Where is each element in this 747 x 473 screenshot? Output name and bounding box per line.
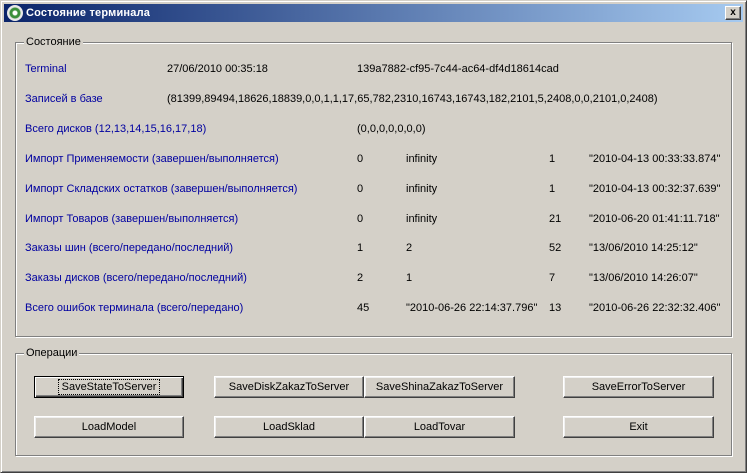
import-goods-running: infinity — [406, 213, 438, 225]
close-button[interactable]: x — [725, 6, 741, 20]
tire-orders-time: "13/06/2010 14:25:12" — [589, 242, 698, 254]
app-icon — [7, 5, 23, 21]
row-label-disk-orders: Заказы дисков (всего/передано/последний) — [25, 272, 247, 284]
load-tovar-button[interactable]: LoadTovar — [364, 416, 515, 438]
tire-orders-total: 1 — [357, 242, 364, 254]
row-label-tire-orders: Заказы шин (всего/передано/последний) — [25, 242, 234, 254]
row-label-db-records: Записей в базе — [25, 93, 103, 105]
save-disk-zakaz-to-server-label: SaveDiskZakazToServer — [228, 381, 350, 393]
total-disks-value: (0,0,0,0,0,0,0) — [357, 123, 426, 135]
terminal-status-window: Состояние терминала x Состояние Terminal… — [0, 0, 747, 473]
import-stock-running: infinity — [406, 183, 438, 195]
disk-orders-sent: 1 — [406, 272, 413, 284]
import-applicability-time: "2010-04-13 00:33:33.874" — [589, 153, 721, 165]
status-group-legend: Состояние — [24, 36, 83, 49]
title-bar[interactable]: Состояние терминала x — [4, 4, 743, 22]
load-sklad-label: LoadSklad — [263, 421, 315, 433]
import-applicability-count: 1 — [549, 153, 556, 165]
import-goods-count: 21 — [549, 213, 562, 225]
row-label-import-stock: Импорт Складских остатков (завершен/выпо… — [25, 183, 298, 195]
operations-group-legend: Операции — [24, 347, 80, 360]
terminal-errors-first-time: "2010-06-26 22:14:37.796" — [406, 302, 538, 314]
save-error-to-server-button[interactable]: SaveErrorToServer — [563, 376, 714, 398]
load-sklad-button[interactable]: LoadSklad — [214, 416, 364, 438]
disk-orders-time: "13/06/2010 14:26:07" — [589, 272, 698, 284]
db-records-value: (81399,89494,18626,18839,0,0,1,1,17,65,7… — [167, 93, 658, 105]
terminal-id: 139a7882-cf95-7c44-ac64-df4d18614cad — [357, 63, 559, 75]
import-applicability-running: infinity — [406, 153, 438, 165]
save-shina-zakaz-to-server-button[interactable]: SaveShinaZakazToServer — [364, 376, 515, 398]
exit-label: Exit — [629, 421, 648, 433]
import-goods-done: 0 — [357, 213, 364, 225]
tire-orders-sent: 2 — [406, 242, 413, 254]
save-shina-zakaz-to-server-label: SaveShinaZakazToServer — [375, 381, 504, 393]
row-label-import-applicability: Импорт Применяемости (завершен/выполняет… — [25, 153, 279, 165]
load-tovar-label: LoadTovar — [413, 421, 466, 433]
close-icon: x — [730, 7, 736, 18]
window-title: Состояние терминала — [26, 7, 151, 19]
status-group: Состояние Terminal 27/06/2010 00:35:18 1… — [15, 36, 732, 337]
import-stock-time: "2010-04-13 00:32:37.639" — [589, 183, 721, 195]
import-applicability-done: 0 — [357, 153, 364, 165]
load-model-button[interactable]: LoadModel — [34, 416, 184, 438]
save-error-to-server-label: SaveErrorToServer — [591, 381, 686, 393]
save-state-to-server-button[interactable]: SaveStateToServer — [34, 376, 184, 398]
disk-orders-total: 2 — [357, 272, 364, 284]
save-state-to-server-label: SaveStateToServer — [57, 379, 161, 395]
terminal-errors-sent: 13 — [549, 302, 562, 314]
terminal-errors-total: 45 — [357, 302, 370, 314]
import-goods-time: "2010-06-20 01:41:11.718" — [589, 213, 720, 225]
row-label-total-disks: Всего дисков (12,13,14,15,16,17,18) — [25, 123, 207, 135]
load-model-label: LoadModel — [81, 421, 137, 433]
row-label-terminal: Terminal — [25, 63, 67, 75]
terminal-errors-last-time: "2010-06-26 22:32:32.406" — [589, 302, 721, 314]
disk-orders-last: 7 — [549, 272, 556, 284]
operations-group: Операции SaveStateToServer SaveDiskZakaz… — [15, 347, 732, 456]
exit-button[interactable]: Exit — [563, 416, 714, 438]
terminal-datetime: 27/06/2010 00:35:18 — [167, 63, 268, 75]
import-stock-done: 0 — [357, 183, 364, 195]
row-label-terminal-errors: Всего ошибок терминала (всего/передано) — [25, 302, 244, 314]
import-stock-count: 1 — [549, 183, 556, 195]
row-label-import-goods: Импорт Товаров (завершен/выполняется) — [25, 213, 239, 225]
tire-orders-last: 52 — [549, 242, 562, 254]
save-disk-zakaz-to-server-button[interactable]: SaveDiskZakazToServer — [214, 376, 364, 398]
